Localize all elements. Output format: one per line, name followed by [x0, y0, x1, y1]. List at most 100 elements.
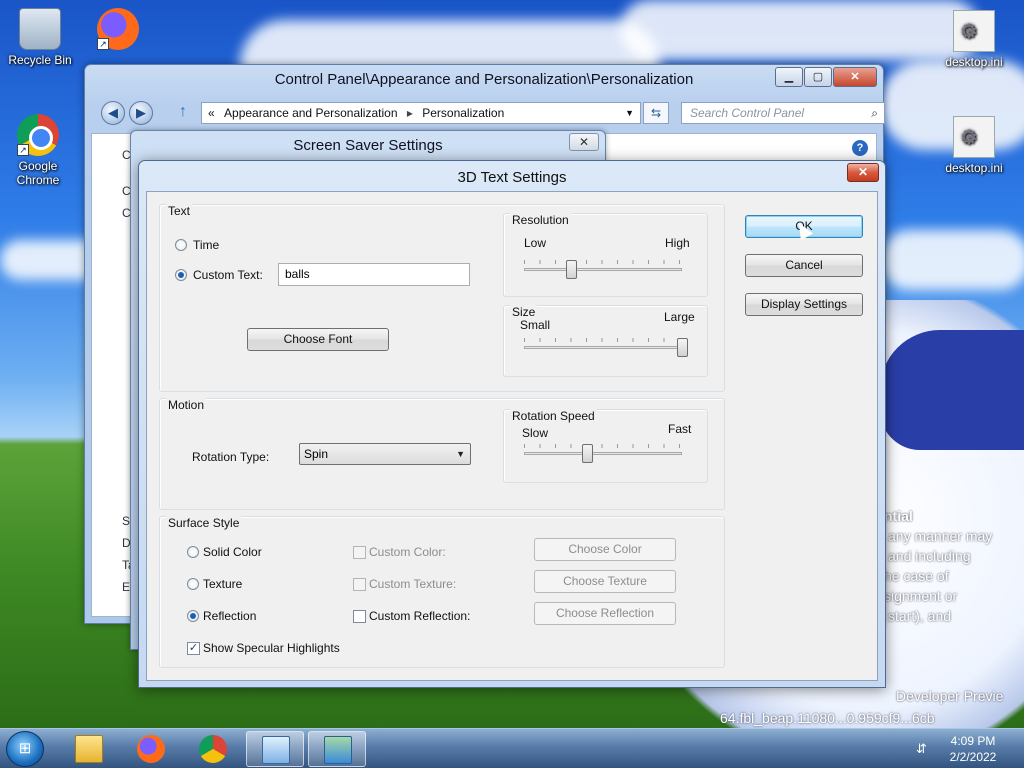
desktop-icon-google-chrome[interactable]: ↗ Google Chrome [0, 114, 76, 187]
reflection-label[interactable]: Reflection [203, 609, 256, 623]
custom-text-input[interactable]: balls [278, 263, 470, 286]
custom-text-label[interactable]: Custom Text: [193, 268, 263, 282]
checkmark-icon: ✓ [188, 642, 199, 654]
taskbar-item-chrome[interactable] [184, 731, 242, 767]
control-panel-icon [262, 736, 290, 764]
desktop-icon-desktop-ini[interactable]: desktop.ini [936, 116, 1012, 175]
desktop-icon-label: Google Chrome [16, 159, 60, 187]
specular-highlights-label[interactable]: Show Specular Highlights [203, 641, 340, 655]
maximize-button[interactable]: ▢ [804, 67, 832, 87]
wallpaper-text-line: any manner may [888, 528, 993, 544]
size-slider[interactable] [524, 338, 688, 358]
shortcut-arrow-icon: ↗ [97, 38, 109, 50]
size-small-label: Small [520, 318, 551, 332]
resolution-high-label: High [665, 236, 690, 250]
display-settings-button[interactable]: Display Settings [745, 293, 863, 316]
slider-track [524, 346, 682, 349]
desktop-icon-firefox[interactable]: ↗ [80, 8, 156, 53]
solid-color-label[interactable]: Solid Color [203, 545, 262, 559]
choose-reflection-button[interactable]: Choose Reflection [534, 602, 676, 625]
rotation-type-select[interactable]: Spin ▼ [299, 443, 471, 465]
wallpaper-character-hair [880, 330, 1024, 450]
start-button[interactable]: ⊞ [6, 731, 44, 767]
taskbar-clock[interactable]: 4:09 PM 2/2/2022 [940, 733, 1006, 765]
help-icon[interactable]: ? [852, 140, 868, 156]
close-button[interactable]: ✕ [569, 133, 599, 151]
close-button[interactable]: ✕ [847, 163, 879, 182]
clock-time: 4:09 PM [950, 734, 996, 748]
reflection-radio[interactable] [187, 610, 199, 622]
choose-texture-button[interactable]: Choose Texture [534, 570, 676, 593]
window-title: Screen Saver Settings [293, 137, 443, 154]
taskbar-item-explorer[interactable] [60, 731, 118, 767]
screen-saver-icon [324, 736, 352, 764]
slider-thumb[interactable] [566, 260, 578, 279]
rotation-speed-slider[interactable] [524, 444, 682, 464]
custom-text-radio[interactable] [175, 269, 187, 281]
minimize-button[interactable]: ▁ [775, 67, 803, 87]
breadcrumb-personalization[interactable]: Personalization [422, 106, 504, 120]
desktop-icon-desktop-ini[interactable]: desktop.ini [936, 10, 1012, 69]
up-arrow-icon[interactable]: ↑ [179, 103, 187, 121]
custom-reflection-label[interactable]: Custom Reflection: [369, 609, 470, 623]
solid-color-radio[interactable] [187, 546, 199, 558]
recycle-bin-icon [19, 8, 61, 50]
cancel-button[interactable]: Cancel [745, 254, 863, 277]
time-label[interactable]: Time [193, 238, 219, 252]
time-radio[interactable] [175, 239, 187, 251]
clock-date: 2/2/2022 [949, 750, 997, 764]
specular-highlights-checkbox[interactable]: ✓ [187, 642, 200, 655]
network-icon[interactable]: ⇵ [916, 741, 927, 757]
taskbar-item-firefox[interactable] [122, 731, 180, 767]
rotation-type-label: Rotation Type: [192, 450, 270, 464]
desktop-icon-label: desktop.ini [945, 55, 1003, 69]
slider-thumb[interactable] [582, 444, 594, 463]
taskbar-item-screen-saver[interactable] [308, 731, 366, 767]
forward-arrow-icon[interactable]: ▶ [129, 101, 153, 125]
chevron-down-icon[interactable]: ▼ [625, 103, 634, 123]
dialog-client-area: Text Time Custom Text: balls Choose Font… [146, 191, 878, 681]
3d-text-settings-dialog[interactable]: 3D Text Settings ✕ Text Time Custom Text… [138, 160, 886, 688]
firefox-icon: ↗ [97, 8, 139, 50]
resolution-group: Resolution Low High [503, 213, 708, 297]
breadcrumb-separator-icon: ▸ [406, 106, 413, 120]
slider-thumb[interactable] [677, 338, 688, 357]
cloud [620, 0, 980, 60]
chrome-icon: ↗ [17, 114, 59, 156]
back-arrow-icon[interactable]: ◀ [101, 101, 125, 125]
texture-radio[interactable] [187, 578, 199, 590]
choose-color-button[interactable]: Choose Color [534, 538, 676, 561]
wallpaper-text-line: 64.fbl_beap.11080...0.959cf9...6cb [720, 710, 935, 726]
search-input[interactable]: Search Control Panel ⌕ [681, 102, 885, 124]
wallpaper-text-line: and including [888, 548, 971, 564]
wallpaper-text-line: Developer Previe [896, 688, 1004, 704]
shortcut-arrow-icon: ↗ [17, 144, 29, 156]
search-placeholder: Search Control Panel [690, 106, 805, 120]
slider-track [524, 452, 682, 455]
custom-reflection-checkbox[interactable] [353, 610, 366, 623]
close-button[interactable]: ✕ [833, 67, 877, 87]
desktop-icon-recycle-bin[interactable]: Recycle Bin [2, 8, 78, 67]
slider-ticks [524, 338, 682, 342]
motion-group: Motion Rotation Type: Spin ▼ Rotation Sp… [159, 398, 725, 510]
window-controls: ▁ ▢ ✕ [775, 67, 877, 87]
cloud [880, 230, 1024, 290]
taskbar-item-control-panel[interactable] [246, 731, 304, 767]
address-bar[interactable]: « Appearance and Personalization ▸ Perso… [201, 102, 641, 124]
refresh-icon[interactable]: ⇆ [643, 102, 669, 124]
custom-color-label: Custom Color: [369, 545, 446, 559]
rotation-speed-fast-label: Fast [668, 422, 692, 436]
breadcrumb-appearance[interactable]: Appearance and Personalization [224, 106, 397, 120]
window-title: Control Panel\Appearance and Personaliza… [274, 71, 694, 88]
custom-color-checkbox[interactable] [353, 546, 366, 559]
settings-file-icon [953, 10, 995, 52]
wallpaper-text-line: he case of [884, 568, 949, 584]
choose-font-button[interactable]: Choose Font [247, 328, 389, 351]
slider-ticks [524, 260, 682, 264]
resolution-slider[interactable] [524, 260, 682, 280]
custom-texture-checkbox[interactable] [353, 578, 366, 591]
dialog-title: 3D Text Settings [457, 169, 567, 186]
search-icon[interactable]: ⌕ [871, 103, 878, 123]
desktop-icon-label: Recycle Bin [8, 53, 72, 67]
texture-label[interactable]: Texture [203, 577, 242, 591]
